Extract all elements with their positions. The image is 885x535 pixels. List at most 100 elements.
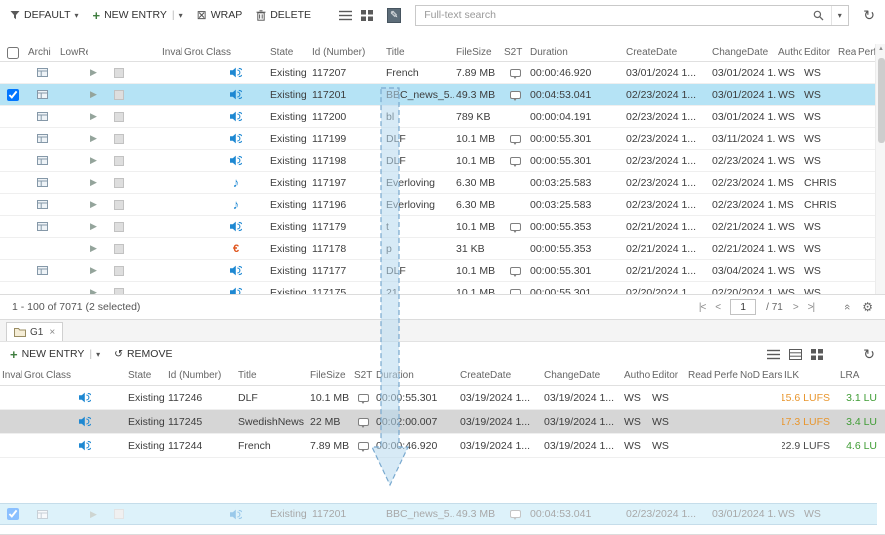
play-cell[interactable]: ▶ bbox=[88, 504, 110, 524]
column-header-archi[interactable]: Archi bbox=[26, 47, 58, 58]
settings-gear-icon[interactable]: ⚙ bbox=[862, 300, 873, 314]
wrap-button[interactable]: ⊠ WRAP bbox=[197, 9, 243, 21]
play-icon[interactable]: ▶ bbox=[90, 243, 97, 254]
asset-row-117201[interactable]: ▶Existing117201BBC_news_5..49.3 MB00:04:… bbox=[0, 84, 875, 106]
stop-icon[interactable] bbox=[114, 134, 124, 144]
column-header-grou[interactable]: Grou bbox=[182, 47, 204, 58]
column-header-editor[interactable]: Editor bbox=[802, 47, 836, 58]
play-cell[interactable]: ▶ bbox=[88, 282, 110, 294]
play-cell[interactable]: ▶ bbox=[88, 62, 110, 83]
play-icon[interactable]: ▶ bbox=[90, 221, 97, 232]
search-options-chevron-icon[interactable]: ▾ bbox=[831, 6, 847, 25]
table-view-icon[interactable] bbox=[789, 349, 802, 360]
list-view-icon[interactable] bbox=[767, 349, 780, 360]
column-header-changedate[interactable]: ChangeDate bbox=[542, 370, 622, 381]
play-icon[interactable]: ▶ bbox=[90, 133, 97, 144]
stop-cell[interactable] bbox=[110, 150, 160, 171]
asset-row-117198[interactable]: ▶Existing117198DLF10.1 MB00:00:55.30102/… bbox=[0, 150, 875, 172]
stop-icon[interactable] bbox=[114, 156, 124, 166]
play-icon[interactable]: ▶ bbox=[90, 177, 97, 188]
grid-view-icon[interactable] bbox=[361, 10, 373, 21]
column-header-class[interactable]: Class bbox=[44, 370, 126, 381]
search-icon[interactable] bbox=[808, 6, 828, 25]
column-header-ilk[interactable]: ILK bbox=[782, 370, 838, 381]
play-icon[interactable]: ▶ bbox=[90, 67, 97, 78]
refresh-icon[interactable]: ↻ bbox=[863, 7, 875, 24]
play-icon[interactable]: ▶ bbox=[90, 265, 97, 276]
column-header-lra[interactable]: LRA bbox=[838, 370, 885, 381]
row-checkbox[interactable] bbox=[7, 508, 19, 520]
select-cell[interactable] bbox=[0, 504, 26, 524]
column-header-changedate[interactable]: ChangeDate bbox=[710, 47, 776, 58]
stop-icon[interactable] bbox=[114, 112, 124, 122]
group-new-entry-button[interactable]: + NEW ENTRY | ▾ bbox=[10, 348, 100, 361]
play-icon[interactable]: ▶ bbox=[90, 155, 97, 166]
refresh-icon[interactable]: ↻ bbox=[863, 346, 875, 363]
edit-search-toggle[interactable]: ✎ bbox=[387, 8, 401, 23]
column-header-duration[interactable]: Duration bbox=[374, 370, 458, 381]
stop-icon[interactable] bbox=[114, 288, 124, 295]
play-icon[interactable]: ▶ bbox=[90, 509, 97, 520]
collapse-panel-icon[interactable]: « bbox=[841, 304, 853, 310]
column-header-filesize[interactable]: FileSize bbox=[308, 370, 352, 381]
stop-cell[interactable] bbox=[110, 128, 160, 149]
column-header-title[interactable]: Title bbox=[236, 370, 308, 381]
play-icon[interactable]: ▶ bbox=[90, 199, 97, 210]
asset-row-117179[interactable]: ▶Existing117179t10.1 MB00:00:55.35302/21… bbox=[0, 216, 875, 238]
column-header-createdate[interactable]: CreateDate bbox=[624, 47, 710, 58]
filter-default-button[interactable]: DEFAULT ▾ bbox=[10, 9, 79, 21]
column-header-id-number[interactable]: Id (Number) bbox=[166, 370, 236, 381]
column-header-author[interactable]: Author bbox=[622, 370, 650, 381]
select-all-checkbox[interactable] bbox=[7, 47, 19, 59]
column-header-inval[interactable]: Inval bbox=[160, 47, 182, 58]
play-icon[interactable]: ▶ bbox=[90, 111, 97, 122]
remove-button[interactable]: ↺ REMOVE bbox=[114, 348, 172, 360]
column-header-read[interactable]: Read bbox=[836, 47, 856, 58]
stop-icon[interactable] bbox=[114, 200, 124, 210]
column-header-nodi[interactable]: NoDi bbox=[738, 370, 760, 381]
asset-row-117178[interactable]: ▶€Existing117178p31 KB00:00:55.35302/21/… bbox=[0, 238, 875, 260]
column-header-id-number[interactable]: Id (Number) bbox=[310, 47, 384, 58]
page-number-input[interactable] bbox=[730, 299, 756, 315]
select-cell[interactable] bbox=[0, 84, 26, 105]
play-cell[interactable]: ▶ bbox=[88, 150, 110, 171]
stop-icon[interactable] bbox=[114, 509, 124, 519]
stop-cell[interactable] bbox=[110, 282, 160, 294]
stop-cell[interactable] bbox=[110, 106, 160, 127]
column-header-lowres[interactable]: LowRes bbox=[58, 47, 88, 58]
vertical-scrollbar[interactable]: ▲ bbox=[875, 44, 885, 294]
column-header-ears[interactable]: Ears bbox=[760, 370, 782, 381]
scroll-up-icon[interactable]: ▲ bbox=[876, 46, 885, 52]
stop-cell[interactable] bbox=[110, 172, 160, 193]
play-cell[interactable]: ▶ bbox=[88, 216, 110, 237]
fulltext-search-input[interactable] bbox=[415, 5, 849, 26]
scrollbar-thumb[interactable] bbox=[878, 58, 885, 143]
grid-view-icon[interactable] bbox=[811, 349, 823, 360]
stop-cell[interactable] bbox=[110, 504, 160, 524]
column-header-state[interactable]: State bbox=[126, 370, 166, 381]
column-header-inval[interactable]: Inval bbox=[0, 370, 22, 381]
play-cell[interactable]: ▶ bbox=[88, 260, 110, 281]
play-cell[interactable]: ▶ bbox=[88, 172, 110, 193]
column-header-read[interactable]: Read bbox=[686, 370, 712, 381]
new-entry-button[interactable]: + NEW ENTRY | ▾ bbox=[93, 9, 183, 22]
stop-cell[interactable] bbox=[110, 260, 160, 281]
stop-cell[interactable] bbox=[110, 62, 160, 83]
group-row-117246[interactable]: Existing117246DLF10.1 MB00:00:55.30103/1… bbox=[0, 386, 885, 410]
column-header-filesize[interactable]: FileSize bbox=[454, 47, 502, 58]
list-view-icon[interactable] bbox=[339, 10, 352, 21]
column-header-author[interactable]: Author bbox=[776, 47, 802, 58]
asset-row-117175[interactable]: ▶Existing1171752110.1 MB00:00:55.30102/2… bbox=[0, 282, 875, 294]
asset-row-117196[interactable]: ▶♪Existing117196Everloving6.30 MB00:03:2… bbox=[0, 194, 875, 216]
asset-row-117199[interactable]: ▶Existing117199DLF10.1 MB00:00:55.30102/… bbox=[0, 128, 875, 150]
select-all-cell[interactable] bbox=[0, 47, 26, 59]
column-header-grou[interactable]: Grou bbox=[22, 370, 44, 381]
play-cell[interactable]: ▶ bbox=[88, 128, 110, 149]
stop-icon[interactable] bbox=[114, 222, 124, 232]
asset-row-117200[interactable]: ▶Existing117200bl789 KB00:00:04.19102/23… bbox=[0, 106, 875, 128]
play-cell[interactable]: ▶ bbox=[88, 194, 110, 215]
column-header-state[interactable]: State bbox=[268, 47, 310, 58]
play-cell[interactable]: ▶ bbox=[88, 84, 110, 105]
column-header-createdate[interactable]: CreateDate bbox=[458, 370, 542, 381]
next-page-button[interactable]: > bbox=[793, 302, 798, 313]
